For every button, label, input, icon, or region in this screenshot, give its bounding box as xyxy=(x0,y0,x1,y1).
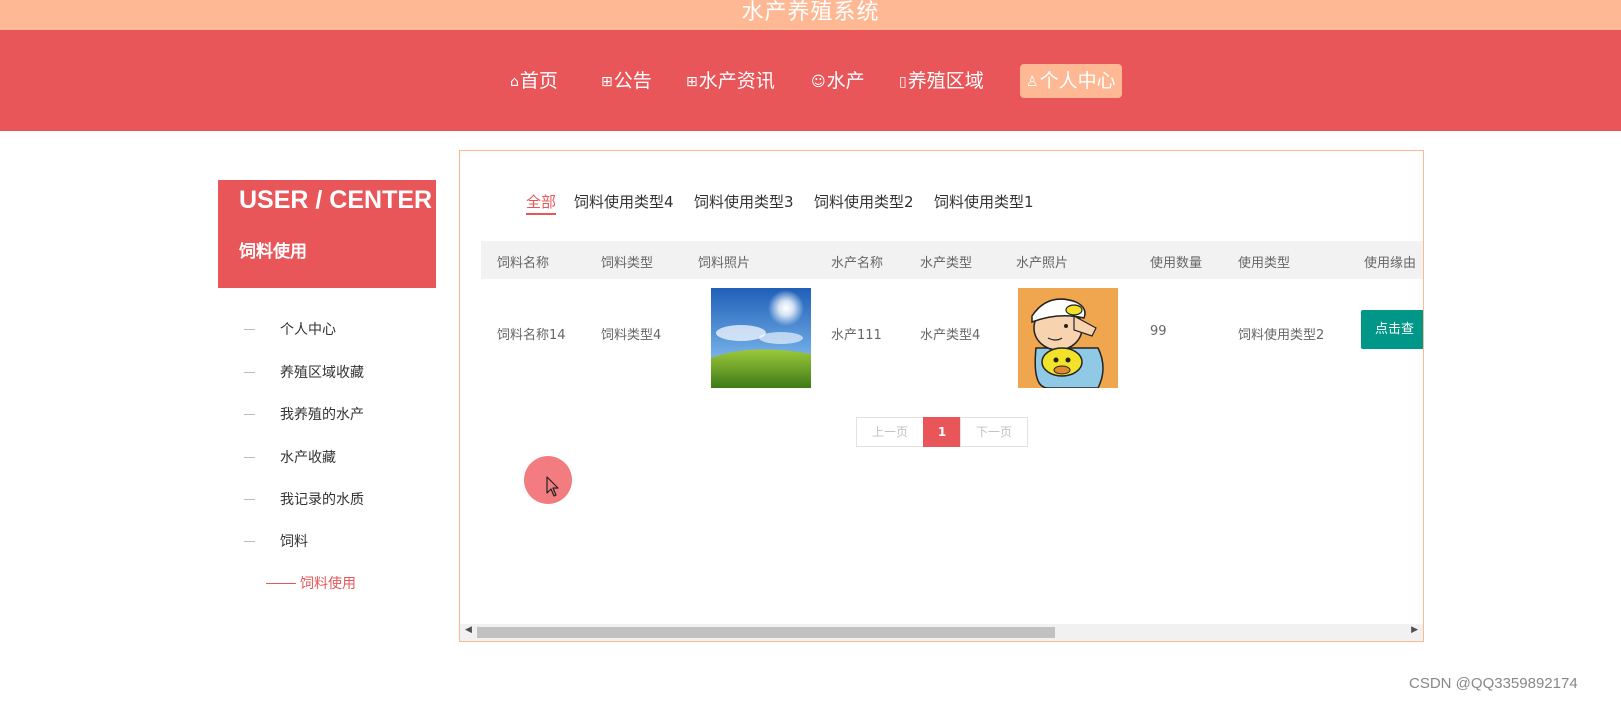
watermark: CSDN @QQ3359892174 xyxy=(1409,675,1578,692)
sidebar-item-water-quality[interactable]: 我记录的水质 xyxy=(244,490,364,510)
sidebar-item-user-center[interactable]: 个人中心 xyxy=(244,320,336,340)
sidebar-item-aquatic-favorites[interactable]: 水产收藏 xyxy=(244,448,336,468)
dash-icon xyxy=(244,329,255,330)
next-page-button[interactable]: 下一页 xyxy=(960,417,1028,447)
tab-type-2[interactable]: 饲料使用类型2 xyxy=(814,191,914,212)
navbar: ⌂首页 ⊞公告 ⊞水产资讯 ☺水产 ▯养殖区域 ♙个人中心 xyxy=(0,30,1621,131)
dash-icon xyxy=(266,583,296,584)
table-header: 饲料名称 饲料类型 饲料照片 水产名称 水产类型 水产照片 使用数量 使用类型 … xyxy=(481,241,1423,279)
nav-breeding-area-label: 养殖区域 xyxy=(907,70,984,92)
cell-feed-type: 饲料类型4 xyxy=(601,328,662,343)
nav-notice-label: 公告 xyxy=(613,70,652,92)
table-row: 饲料名称14 饲料类型4 水产111 水产类型4 99 饲料使用类型2 点击查 xyxy=(481,279,1423,389)
sidebar-item-label: 养殖区域收藏 xyxy=(280,365,364,381)
page-1-button[interactable]: 1 xyxy=(923,417,961,447)
aquatic-photo xyxy=(1018,288,1118,388)
col-usage-type: 使用类型 xyxy=(1238,256,1291,271)
nav-user-center[interactable]: ♙个人中心 xyxy=(1020,64,1122,98)
tab-type-1[interactable]: 饲料使用类型1 xyxy=(934,191,1034,212)
nav-home[interactable]: ⌂首页 xyxy=(510,64,558,98)
app-title-bar: 水产养殖系统 xyxy=(0,0,1621,30)
content-panel: 全部 饲料使用类型4 饲料使用类型3 饲料使用类型2 饲料使用类型1 饲料名称 … xyxy=(459,150,1424,642)
horizontal-scrollbar[interactable]: ◀ ▶ xyxy=(460,624,1423,641)
dash-icon xyxy=(244,414,255,415)
sidebar-item-label: 饲料使用 xyxy=(300,576,356,592)
sidebar-item-area-favorites[interactable]: 养殖区域收藏 xyxy=(244,363,364,383)
sidebar-item-label: 个人中心 xyxy=(280,322,336,338)
columns-icon: ▯ xyxy=(899,74,907,90)
sidebar-subtitle: 饲料使用 xyxy=(239,242,307,262)
prev-page-button[interactable]: 上一页 xyxy=(856,417,924,447)
col-aquatic-name: 水产名称 xyxy=(831,256,884,271)
scroll-left-icon[interactable]: ◀ xyxy=(465,625,472,635)
tab-type-3[interactable]: 饲料使用类型3 xyxy=(694,191,794,212)
sidebar-title: USER / CENTER xyxy=(239,186,433,214)
dash-icon xyxy=(244,372,255,373)
scroll-right-icon[interactable]: ▶ xyxy=(1411,625,1418,635)
nav-aquatic-label: 水产 xyxy=(826,70,865,92)
nav-news[interactable]: ⊞水产资讯 xyxy=(686,64,775,98)
scrollbar-thumb[interactable] xyxy=(477,627,1055,638)
sidebar-item-label: 饲料 xyxy=(280,534,308,550)
col-usage-reason: 使用缘由 xyxy=(1364,256,1417,271)
sidebar-item-my-aquatic[interactable]: 我养殖的水产 xyxy=(244,405,364,425)
face-icon: ☺ xyxy=(811,74,826,90)
sidebar-item-label: 水产收藏 xyxy=(280,450,336,466)
user-icon: ♙ xyxy=(1026,74,1039,90)
apps-icon: ⊞ xyxy=(686,74,698,90)
gift-icon: ⊞ xyxy=(601,74,613,90)
col-feed-type: 饲料类型 xyxy=(601,256,654,271)
sidebar-header: USER / CENTER 饲料使用 xyxy=(218,180,436,288)
nav-news-label: 水产资讯 xyxy=(698,70,775,92)
feed-photo xyxy=(711,288,811,388)
mouse-cursor-icon xyxy=(546,476,559,497)
nav-breeding-area[interactable]: ▯养殖区域 xyxy=(899,64,984,98)
main-nav: ⌂首页 ⊞公告 ⊞水产资讯 ☺水产 ▯养殖区域 ♙个人中心 xyxy=(0,64,1621,98)
dash-icon xyxy=(244,457,255,458)
nav-aquatic[interactable]: ☺水产 xyxy=(811,64,865,98)
sidebar-item-label: 我养殖的水产 xyxy=(280,407,364,423)
dash-icon xyxy=(244,541,255,542)
col-aquatic-photo: 水产照片 xyxy=(1016,256,1069,271)
nav-user-center-label: 个人中心 xyxy=(1039,70,1116,92)
nav-notice[interactable]: ⊞公告 xyxy=(601,64,652,98)
cell-aquatic-type: 水产类型4 xyxy=(920,328,981,343)
cell-quantity: 99 xyxy=(1150,324,1167,339)
cell-aquatic-name: 水产111 xyxy=(831,328,882,343)
home-icon: ⌂ xyxy=(510,74,519,90)
cell-usage-type: 饲料使用类型2 xyxy=(1238,328,1325,343)
col-aquatic-type: 水产类型 xyxy=(920,256,973,271)
view-detail-button[interactable]: 点击查 xyxy=(1361,310,1423,349)
tab-type-4[interactable]: 饲料使用类型4 xyxy=(574,191,674,212)
tab-all[interactable]: 全部 xyxy=(526,191,557,215)
cell-feed-name: 饲料名称14 xyxy=(497,328,566,343)
sidebar-item-feed[interactable]: 饲料 xyxy=(244,532,308,552)
col-quantity: 使用数量 xyxy=(1150,256,1203,271)
col-feed-name: 饲料名称 xyxy=(497,256,550,271)
col-feed-photo: 饲料照片 xyxy=(698,256,751,271)
sidebar-item-feed-usage[interactable]: 饲料使用 xyxy=(266,573,356,593)
dash-icon xyxy=(244,499,255,500)
sidebar-item-label: 我记录的水质 xyxy=(280,492,364,508)
app-title: 水产养殖系统 xyxy=(741,0,880,25)
nav-home-label: 首页 xyxy=(519,70,558,92)
